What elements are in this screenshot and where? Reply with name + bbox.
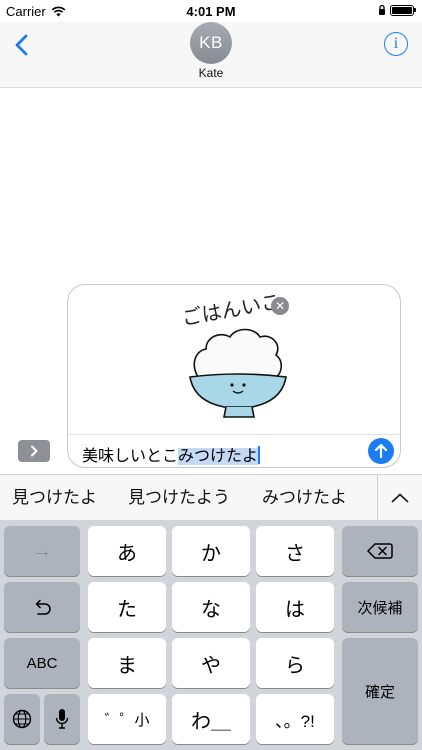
info-icon[interactable]: i bbox=[384, 32, 408, 56]
key-ra[interactable]: ら bbox=[256, 638, 334, 688]
undo-icon bbox=[35, 599, 51, 615]
key-ma[interactable]: ま bbox=[88, 638, 166, 688]
lock-rotation-icon bbox=[379, 4, 385, 15]
contact-name[interactable]: Kate bbox=[0, 66, 422, 80]
confirm-key[interactable]: 確定 bbox=[342, 638, 418, 744]
microphone-icon bbox=[55, 709, 69, 729]
status-bar: Carrier 4:01 PM bbox=[0, 0, 422, 22]
chevron-up-icon bbox=[391, 493, 409, 503]
key-na[interactable]: な bbox=[172, 582, 250, 632]
candidate-item[interactable]: 見つけたよう bbox=[128, 475, 230, 521]
punctuation-key[interactable]: 、。?! bbox=[256, 694, 334, 744]
chevron-right-icon bbox=[31, 445, 38, 457]
compose-divider bbox=[68, 434, 400, 435]
sticker-caption: ごはんいこ bbox=[180, 293, 283, 330]
close-icon[interactable]: ✕ bbox=[271, 297, 289, 315]
key-sa[interactable]: さ bbox=[256, 526, 334, 576]
next-candidate-key[interactable]: 次候補 bbox=[342, 582, 418, 632]
key-wa[interactable]: わ＿ bbox=[172, 694, 250, 744]
battery-cap bbox=[414, 8, 416, 12]
arrow-right-icon: → bbox=[32, 539, 52, 562]
battery-fill bbox=[392, 6, 412, 14]
chevron-left-icon[interactable] bbox=[10, 32, 34, 58]
dictation-key[interactable] bbox=[44, 694, 80, 744]
battery-icon bbox=[390, 4, 414, 16]
key-a[interactable]: あ bbox=[88, 526, 166, 576]
globe-key[interactable] bbox=[4, 694, 40, 744]
candidate-expand-button[interactable] bbox=[378, 475, 422, 521]
committed-text: 美味しいとこ bbox=[82, 448, 179, 465]
backspace-icon bbox=[367, 543, 393, 559]
arrow-up-icon bbox=[374, 443, 388, 459]
globe-icon bbox=[12, 709, 32, 729]
key-ha[interactable]: は bbox=[256, 582, 334, 632]
keyboard: → あ か さ た な は 次候補 ABC ま や ら 確定 ゛゜小 わ＿ 、。… bbox=[0, 520, 422, 750]
text-caret bbox=[258, 446, 261, 464]
status-right bbox=[378, 4, 416, 16]
key-ya[interactable]: や bbox=[172, 638, 250, 688]
status-time: 4:01 PM bbox=[186, 4, 236, 19]
candidate-bar: 見つけたよ 見つけたよう みつけたよ bbox=[0, 474, 422, 521]
key-ta[interactable]: た bbox=[88, 582, 166, 632]
avatar[interactable]: KB bbox=[190, 22, 232, 64]
abc-key[interactable]: ABC bbox=[4, 638, 80, 688]
key-ka[interactable]: か bbox=[172, 526, 250, 576]
expand-apps-button[interactable] bbox=[18, 440, 50, 462]
undo-key[interactable] bbox=[4, 582, 80, 632]
candidate-item[interactable]: 見つけたよ bbox=[12, 475, 97, 521]
message-compose-field[interactable]: ごはんいこ ✕ 美味しいとこみつけたよ bbox=[67, 284, 401, 468]
candidate-item[interactable]: みつけたよ bbox=[262, 475, 347, 521]
conversation-header: KB Kate i bbox=[0, 22, 422, 88]
cursor-right-key[interactable]: → bbox=[4, 526, 80, 576]
marked-text: みつけたよ bbox=[178, 448, 259, 465]
delete-key[interactable] bbox=[342, 526, 418, 576]
dakuten-key[interactable]: ゛゜小 bbox=[88, 694, 166, 744]
send-button[interactable] bbox=[368, 438, 394, 464]
compose-text[interactable]: 美味しいとこみつけたよ bbox=[82, 442, 261, 466]
battery-indicator bbox=[390, 4, 416, 16]
